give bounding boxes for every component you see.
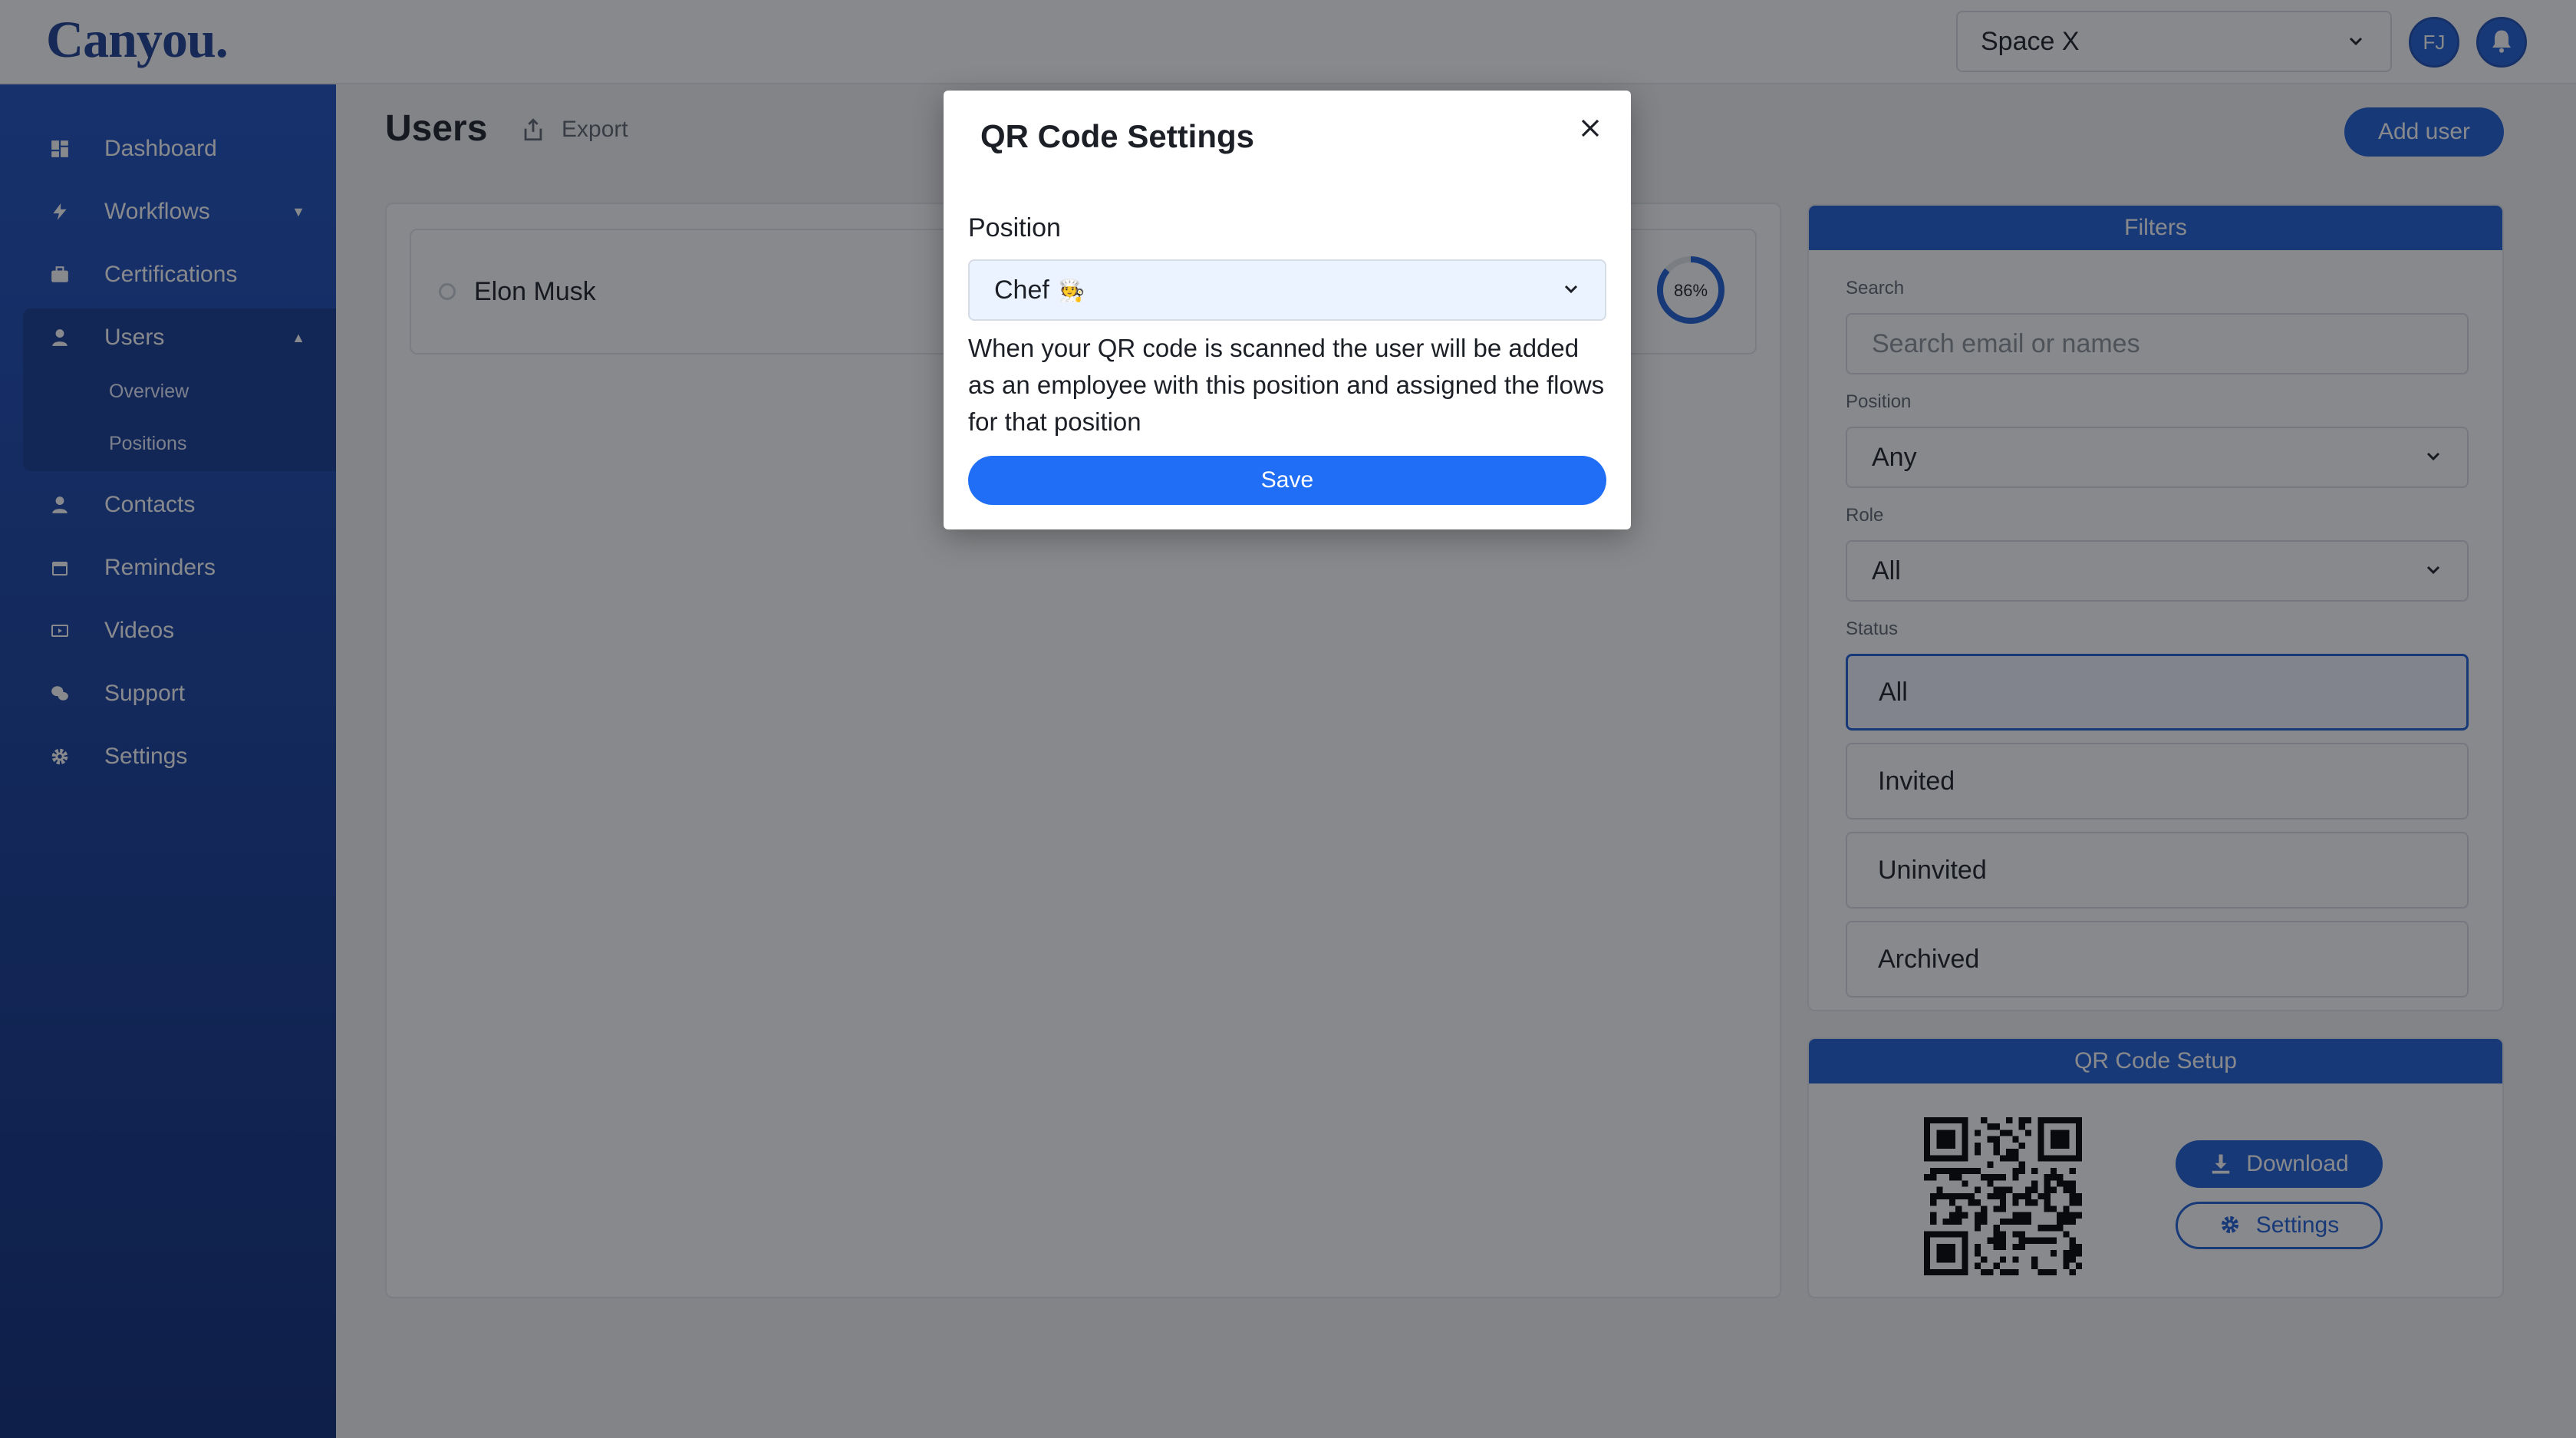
close-icon: [1579, 117, 1602, 143]
position-label: Position: [968, 213, 1061, 242]
save-button[interactable]: Save: [968, 456, 1606, 505]
close-button[interactable]: [1571, 110, 1609, 149]
modal-description: When your QR code is scanned the user wi…: [968, 334, 1605, 436]
position-value: Chef: [994, 275, 1049, 305]
chevron-down-icon: [1562, 275, 1580, 305]
qr-code-settings-modal: QR Code Settings Position Chef 🧑‍🍳 When …: [944, 91, 1631, 529]
modal-title: QR Code Settings: [980, 118, 1255, 154]
position-select[interactable]: Chef 🧑‍🍳: [968, 259, 1606, 321]
chef-icon: 🧑‍🍳: [1058, 278, 1085, 302]
